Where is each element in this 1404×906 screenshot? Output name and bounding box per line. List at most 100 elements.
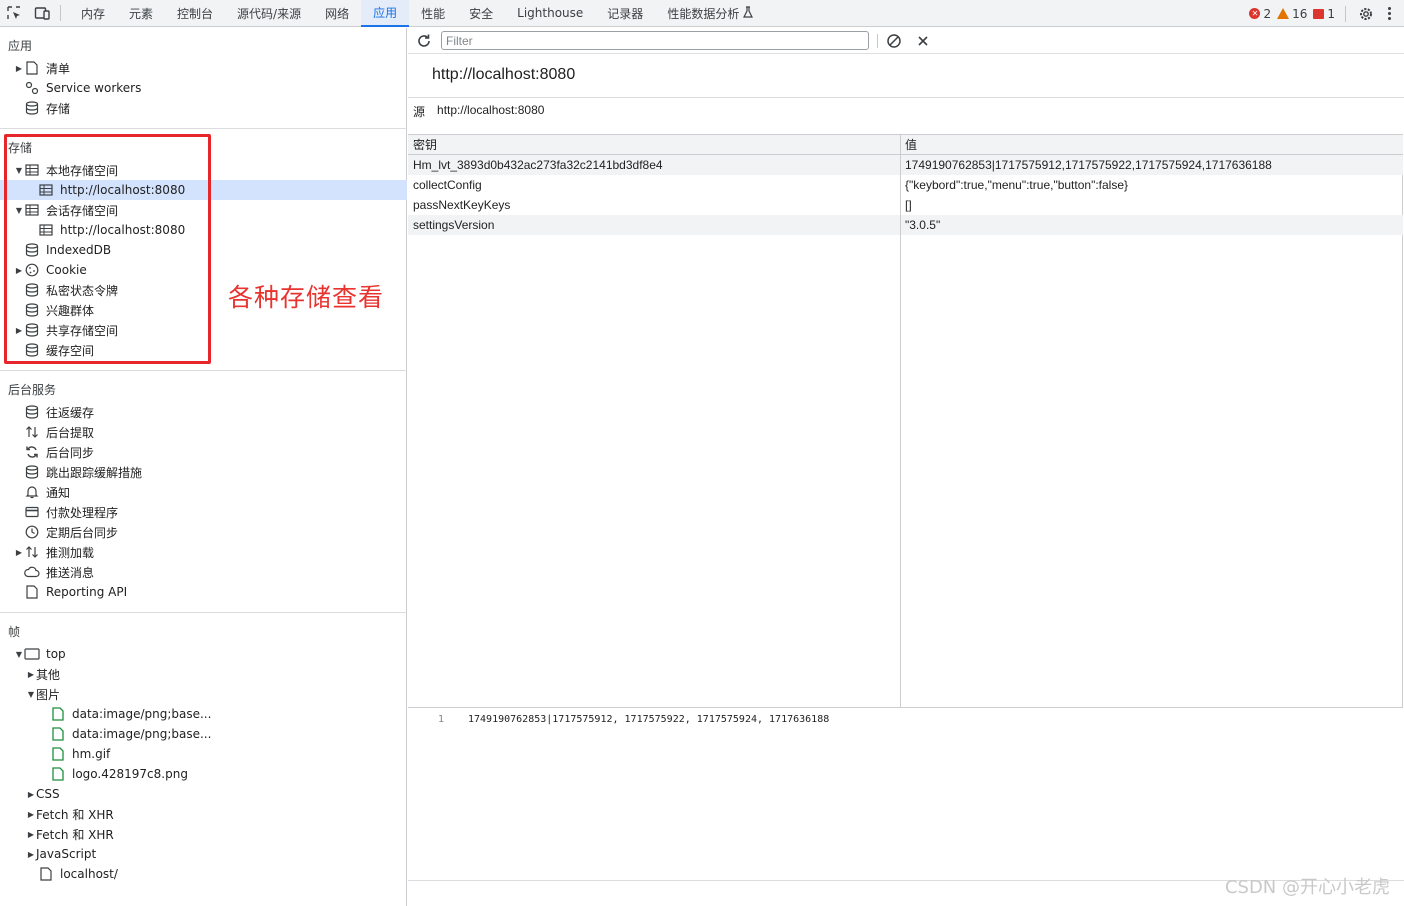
sidebar-item-image-file[interactable]: data:image/png;base... [0, 704, 407, 724]
table-row[interactable]: Hm_lvt_3893d0b432ac273fa32c2141bd3df8e4 … [408, 155, 1403, 175]
issue-counter[interactable]: 1 [1313, 7, 1335, 21]
sidebar-item-notifications[interactable]: 通知 [0, 482, 407, 502]
tab-sources[interactable]: 源代码/来源 [225, 0, 313, 27]
sidebar-item-payment-handler[interactable]: 付款处理程序 [0, 502, 407, 522]
inspect-element-icon[interactable] [0, 0, 28, 27]
tab-performance-insights-label: 性能数据分析 [667, 6, 740, 21]
error-counter[interactable]: ✕ 2 [1249, 7, 1271, 21]
sidebar-item-label: 其他 [36, 667, 61, 682]
sidebar-item-frame-localhost[interactable]: localhost/ [0, 864, 407, 884]
sidebar-item-frame-fetch-xhr[interactable]: ▶ Fetch 和 XHR [0, 804, 407, 824]
sidebar-item-push-messaging[interactable]: 推送消息 [0, 562, 407, 582]
image-file-icon [50, 707, 66, 721]
warning-counter[interactable]: 16 [1277, 7, 1307, 21]
delete-selected-icon[interactable] [915, 33, 931, 49]
image-file-icon [50, 767, 66, 781]
expand-arrow-icon[interactable]: ▶ [26, 830, 36, 839]
sidebar-item-label: 图片 [36, 687, 61, 702]
origin-info-row: 源 http://localhost:8080 [413, 103, 544, 120]
sidebar-item-reporting-api[interactable]: Reporting API [0, 582, 407, 602]
tab-performance[interactable]: 性能 [409, 0, 457, 27]
sidebar-item-image-file[interactable]: logo.428197c8.png [0, 764, 407, 784]
origin-label: 源 [413, 105, 426, 119]
database-icon [24, 465, 40, 479]
expand-arrow-icon[interactable]: ▶ [14, 548, 24, 557]
bell-icon [24, 485, 40, 499]
table-row[interactable]: collectConfig {"keybord":true,"menu":tru… [408, 175, 1403, 195]
watermark-text: CSDN @开心小老虎 [1224, 877, 1390, 898]
table-row[interactable]: passNextKeyKeys [] [408, 195, 1403, 215]
up-down-arrows-icon [24, 545, 40, 559]
sidebar-item-frame-javascript[interactable]: ▶ JavaScript [0, 844, 407, 864]
settings-gear-icon[interactable] [1356, 4, 1376, 24]
expand-arrow-icon[interactable]: ▶ [26, 670, 36, 679]
sidebar-item-frame-images[interactable]: ▼ 图片 [0, 684, 407, 704]
sidebar-item-label: Fetch 和 XHR [36, 827, 114, 842]
toolbar-divider [60, 5, 61, 21]
more-options-icon[interactable] [1382, 4, 1396, 24]
sidebar-item-storage-overview[interactable]: 存储 [0, 98, 407, 118]
column-divider[interactable] [900, 135, 901, 707]
sidebar-item-label: 推测加载 [46, 545, 95, 560]
toolbar-divider [1345, 5, 1346, 22]
row-key: collectConfig [413, 178, 482, 192]
error-icon: ✕ [1249, 8, 1261, 19]
sidebar-item-background-sync[interactable]: 后台同步 [0, 442, 407, 462]
device-toolbar-icon[interactable] [28, 0, 56, 27]
sidebar-item-frame-fetch-xhr[interactable]: ▶ Fetch 和 XHR [0, 824, 407, 844]
storage-annotation-text: 各种存储查看 [228, 283, 385, 312]
row-key: passNextKeyKeys [413, 198, 511, 212]
flask-icon [743, 5, 754, 21]
sidebar-item-service-workers[interactable]: Service workers [0, 78, 407, 98]
devtools-tab-bar: 内存 元素 控制台 源代码/来源 网络 应用 性能 安全 Lighthouse … [0, 0, 1404, 27]
expand-arrow-icon[interactable]: ▶ [14, 64, 24, 73]
tab-recorder[interactable]: 记录器 [595, 0, 655, 27]
column-header-key[interactable]: 密钥 [413, 135, 437, 155]
expand-arrow-icon[interactable]: ▶ [26, 810, 36, 819]
storage-main-panel: Filter http://localhost:8080 源 http://lo… [408, 28, 1404, 906]
column-header-value[interactable]: 值 [905, 135, 917, 155]
sidebar-item-label: logo.428197c8.png [72, 767, 188, 781]
sidebar-item-frame-top[interactable]: ▼ top [0, 644, 407, 664]
sidebar-item-frame-other[interactable]: ▶ 其他 [0, 664, 407, 684]
sidebar-item-background-fetch[interactable]: 后台提取 [0, 422, 407, 442]
tab-performance-insights[interactable]: 性能数据分析 [655, 0, 765, 27]
clear-all-icon[interactable] [886, 33, 902, 49]
tab-memory[interactable]: 内存 [69, 0, 117, 27]
table-row[interactable]: settingsVersion "3.0.5" [408, 215, 1403, 235]
tab-application[interactable]: 应用 [361, 0, 410, 27]
collapse-arrow-icon[interactable]: ▼ [14, 650, 24, 659]
toolbar-divider [877, 34, 878, 48]
database-icon [24, 101, 40, 115]
sidebar-item-bounce-tracking[interactable]: 跳出跟踪缓解措施 [0, 462, 407, 482]
expand-arrow-icon[interactable]: ▶ [26, 850, 36, 859]
tab-security[interactable]: 安全 [457, 0, 505, 27]
refresh-icon[interactable] [416, 33, 432, 49]
sidebar-item-periodic-sync[interactable]: 定期后台同步 [0, 522, 407, 542]
tab-elements[interactable]: 元素 [117, 0, 165, 27]
tab-lighthouse[interactable]: Lighthouse [505, 0, 595, 27]
filter-input[interactable]: Filter [441, 31, 869, 50]
tab-network[interactable]: 网络 [313, 0, 361, 27]
sidebar-item-speculative-loads[interactable]: ▶ 推测加载 [0, 542, 407, 562]
preview-value-text: 1749190762853|1717575912, 1717575922, 17… [468, 714, 830, 725]
row-value: [] [905, 198, 912, 212]
sidebar-item-bfcache[interactable]: 往返缓存 [0, 402, 407, 422]
document-icon [24, 61, 40, 75]
sidebar-item-label: 定期后台同步 [46, 525, 119, 540]
sidebar-item-image-file[interactable]: hm.gif [0, 744, 407, 764]
collapse-arrow-icon[interactable]: ▼ [26, 690, 36, 699]
sidebar-item-label: hm.gif [72, 747, 111, 761]
section-divider [0, 128, 407, 129]
sidebar-item-manifest[interactable]: ▶ 清单 [0, 58, 407, 78]
sidebar-item-label: Fetch 和 XHR [36, 807, 114, 822]
sidebar-item-label: CSS [36, 787, 60, 801]
sidebar-item-frame-css[interactable]: ▶ CSS [0, 784, 407, 804]
sidebar-item-image-file[interactable]: data:image/png;base... [0, 724, 407, 744]
expand-arrow-icon[interactable]: ▶ [26, 790, 36, 799]
sidebar-item-label: JavaScript [36, 847, 97, 861]
tab-console[interactable]: 控制台 [165, 0, 225, 27]
sidebar-item-label: Service workers [46, 81, 142, 95]
document-icon [24, 585, 40, 599]
section-divider [0, 370, 407, 371]
